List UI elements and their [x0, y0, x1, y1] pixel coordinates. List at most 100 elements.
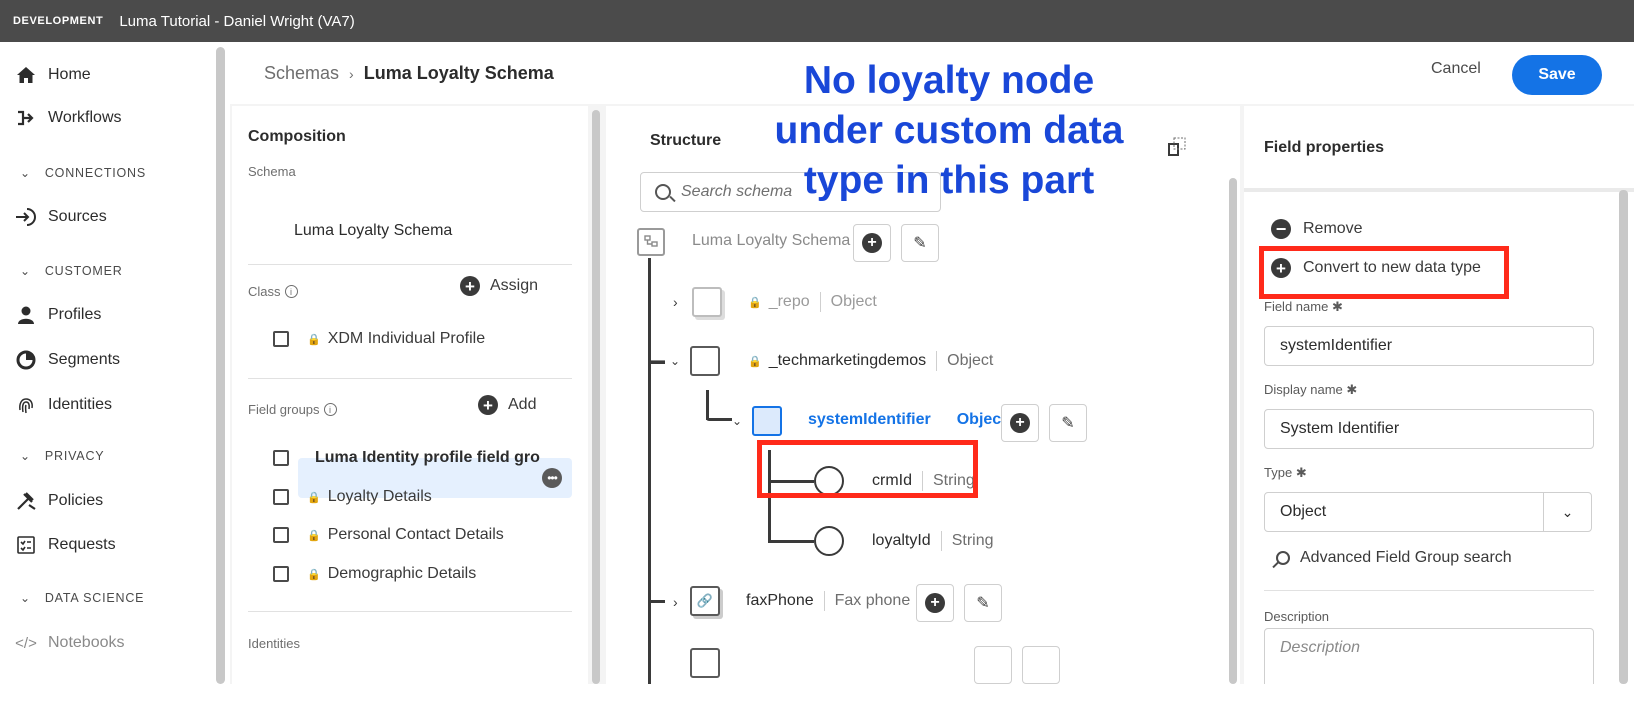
save-button[interactable]: Save [1512, 55, 1602, 95]
divider [1264, 590, 1594, 591]
checkbox[interactable] [273, 527, 289, 543]
add-field-button[interactable]: + [1001, 404, 1039, 442]
add-field-group-button[interactable]: + Add [478, 395, 536, 415]
add-field-button[interactable] [974, 646, 1012, 684]
info-icon[interactable]: i [323, 403, 337, 416]
nav-label: Policies [48, 492, 104, 509]
checkbox[interactable] [273, 566, 289, 582]
edit-button[interactable]: ✎ [964, 584, 1002, 622]
advanced-field-group-search-link[interactable]: Advanced Field Group search [1270, 549, 1512, 567]
nav-section-connections[interactable]: ⌄ CONNECTIONS [20, 166, 146, 180]
edit-button[interactable]: ✎ [1049, 404, 1087, 442]
field-group-label: Luma Identity profile field gro [315, 449, 540, 466]
field-group-item[interactable]: Luma Identity profile field gro [273, 449, 540, 467]
checkbox[interactable] [273, 489, 289, 505]
more-options-icon[interactable]: ••• [542, 468, 562, 488]
divider [248, 611, 572, 612]
nav-label: Profiles [48, 306, 102, 323]
type-select[interactable]: Object ⌄ [1264, 492, 1592, 532]
tree-node-systemidentifier[interactable]: systemIdentifier Object [808, 411, 1007, 429]
type-label: Type ✱ [1264, 465, 1307, 480]
nav-item-segments[interactable]: Segments [14, 349, 120, 371]
assign-label: Assign [490, 277, 539, 294]
nav-item-sources[interactable]: Sources [14, 206, 107, 228]
add-circle-icon: + [460, 276, 480, 296]
tree-node-techmarketingdemos[interactable]: 🔒 _techmarketingdemos Object [748, 351, 993, 371]
policies-icon [14, 490, 38, 512]
tree-root-label[interactable]: Luma Loyalty Schema [692, 232, 850, 250]
advanced-search-label: Advanced Field Group search [1300, 549, 1512, 566]
add-field-button[interactable]: + [916, 584, 954, 622]
workflows-icon [14, 107, 38, 129]
field-group-item[interactable]: 🔒 Loyalty Details [273, 488, 432, 506]
display-name-label: Display name ✱ [1264, 382, 1358, 397]
field-name-input[interactable]: systemIdentifier [1264, 326, 1594, 366]
field-properties-panel: Field properties − Remove + Convert to n… [1244, 106, 1634, 684]
separator [940, 531, 942, 551]
nav-item-workflows[interactable]: Workflows [14, 107, 122, 129]
remove-circle-icon: − [1271, 219, 1291, 239]
segments-icon [14, 349, 38, 371]
nav-item-notebooks[interactable]: </> Notebooks [14, 632, 124, 654]
nav-scrollbar[interactable] [216, 47, 225, 684]
nav-section-label: PRIVACY [44, 449, 105, 463]
field-group-item[interactable]: 🔒 Demographic Details [273, 565, 476, 583]
structure-scrollbar[interactable] [1229, 178, 1237, 684]
code-icon: </> [15, 634, 37, 652]
chevron-down-icon[interactable]: ⌄ [670, 354, 680, 368]
nav-section-data-science[interactable]: ⌄ DATA SCIENCE [20, 591, 144, 605]
field-group-label: Personal Contact Details [327, 526, 504, 543]
composition-panel: Composition Schema Luma Loyalty Schema C… [232, 106, 588, 684]
checkbox[interactable] [273, 450, 289, 466]
node-name: _techmarketingdemos [768, 352, 927, 369]
class-label-row: Class i [248, 284, 298, 299]
nav-section-label: CUSTOMER [44, 264, 123, 278]
lock-icon: 🔒 [748, 296, 762, 309]
expand-collapse-icon[interactable] [1168, 136, 1186, 156]
chevron-down-icon: ⌄ [20, 591, 31, 605]
edit-button[interactable]: ✎ [901, 224, 939, 262]
field-group-item[interactable]: 🔒 Personal Contact Details [273, 526, 504, 544]
add-circle-icon: + [478, 395, 498, 415]
tree-branch [706, 418, 732, 421]
assign-button[interactable]: + Assign [460, 276, 538, 296]
node-type: Object [956, 411, 1007, 428]
nav-item-policies[interactable]: Policies [14, 490, 103, 512]
class-item[interactable]: 🔒 XDM Individual Profile [273, 330, 485, 348]
tree-node-repo[interactable]: 🔒 _repo Object [748, 292, 877, 312]
tree-branch [651, 600, 665, 603]
field-groups-label-row: Field groups i [248, 402, 337, 417]
nav-section-customer[interactable]: ⌄ CUSTOMER [20, 264, 123, 278]
chevron-right-icon[interactable]: › [673, 594, 678, 610]
breadcrumb-schemas[interactable]: Schemas [264, 63, 339, 84]
object-node-icon [692, 287, 722, 317]
display-name-input[interactable]: System Identifier [1264, 409, 1594, 449]
schema-name[interactable]: Luma Loyalty Schema [294, 222, 452, 240]
add-field-button[interactable]: + [853, 224, 891, 262]
nav-item-home[interactable]: Home [14, 64, 91, 86]
field-group-label: Demographic Details [327, 565, 477, 582]
cancel-button[interactable]: Cancel [1431, 60, 1481, 78]
chevron-right-icon[interactable]: › [673, 294, 678, 310]
nav-section-privacy[interactable]: ⌄ PRIVACY [20, 449, 104, 463]
lock-icon: 🔒 [307, 529, 321, 542]
description-input[interactable]: Description [1264, 628, 1594, 684]
info-icon[interactable]: i [284, 285, 298, 298]
composition-scrollbar[interactable] [592, 110, 600, 684]
field-groups-label: Field groups [248, 402, 320, 417]
nav-item-profiles[interactable]: Profiles [14, 304, 101, 326]
pencil-icon: ✎ [976, 595, 990, 612]
properties-scrollbar[interactable] [1619, 190, 1628, 684]
nav-item-requests[interactable]: Requests [14, 534, 116, 556]
checkbox[interactable] [273, 331, 289, 347]
separator [823, 591, 825, 611]
tree-node-loyaltyid[interactable]: loyaltyId String [872, 531, 994, 551]
chevron-down-icon[interactable]: ⌄ [732, 414, 742, 428]
edit-button[interactable] [1022, 646, 1060, 684]
chevron-down-icon[interactable]: ⌄ [1543, 493, 1591, 531]
nav-item-identities[interactable]: Identities [14, 394, 112, 416]
org-name[interactable]: Luma Tutorial - Daniel Wright (VA7) [119, 13, 354, 30]
remove-button[interactable]: − Remove [1271, 219, 1363, 239]
node-type: Object [830, 293, 877, 310]
tree-node-faxphone[interactable]: faxPhone Fax phone [746, 591, 910, 611]
